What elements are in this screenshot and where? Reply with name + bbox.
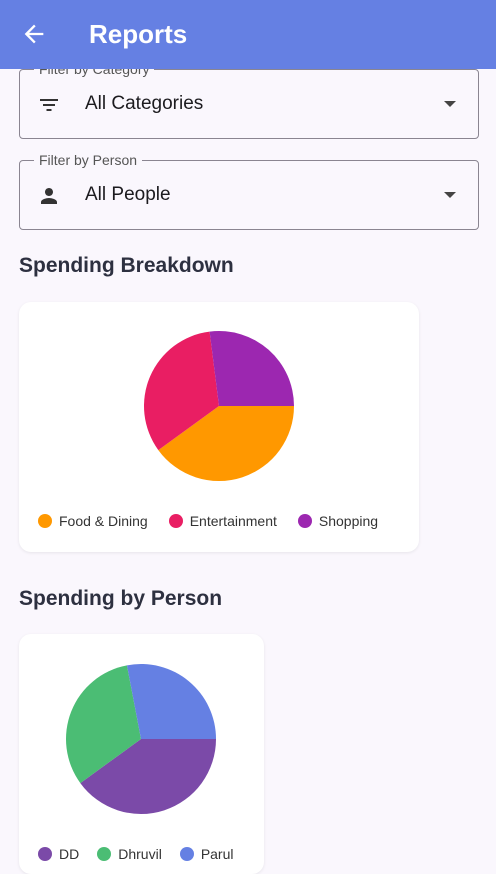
legend-item: Shopping: [297, 513, 379, 529]
spending-breakdown-title: Spending Breakdown: [19, 254, 234, 277]
legend-color-dot: [38, 514, 52, 528]
category-filter-value: All Categories: [85, 93, 204, 114]
spending-breakdown-legend: Food & Dining Entertainment Shopping: [38, 513, 378, 529]
legend-item: Food & Dining: [38, 513, 148, 529]
pie-slice-shopping: [209, 331, 294, 406]
app-bar: Reports: [0, 0, 496, 69]
legend-color-dot: [38, 847, 52, 861]
spending-breakdown-pie-chart: [144, 331, 294, 481]
page-title: Reports: [89, 19, 188, 49]
pie-slice-parul: [126, 664, 216, 739]
legend-color-dot: [97, 847, 112, 861]
legend-label: Food & Dining: [59, 513, 148, 529]
legend-label: Shopping: [318, 513, 379, 529]
person-icon: [41, 188, 57, 204]
legend-color-dot: [179, 847, 194, 861]
legend-item: Entertainment: [168, 513, 277, 529]
dropdown-arrow-icon: [444, 101, 456, 107]
dropdown-arrow-icon: [444, 192, 456, 198]
legend-color-dot: [168, 514, 183, 528]
filter-icon: [40, 99, 58, 111]
person-filter-value: All People: [85, 184, 171, 205]
spending-breakdown-card: Food & Dining Entertainment Shopping: [19, 302, 419, 552]
spending-by-person-card: DD Dhruvil Parul: [19, 634, 264, 874]
back-arrow-icon[interactable]: [20, 20, 48, 48]
person-filter-label: Filter by Person: [34, 152, 143, 168]
category-filter-dropdown[interactable]: Filter by Category All Categories: [19, 61, 479, 139]
spending-by-person-pie-chart: [65, 664, 216, 814]
legend-label: Entertainment: [189, 513, 277, 529]
legend-color-dot: [297, 514, 312, 528]
person-filter-dropdown[interactable]: Filter by Person All People: [19, 152, 479, 230]
spending-by-person-title: Spending by Person: [19, 587, 223, 610]
